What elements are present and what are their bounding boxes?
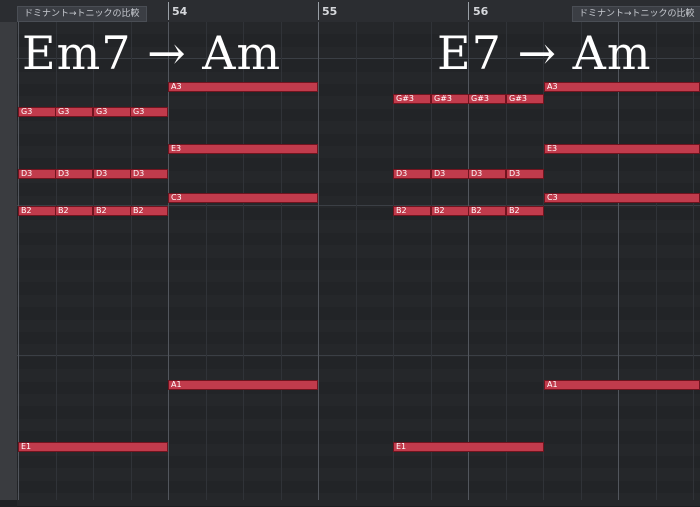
note-em7-e1[interactable]: E1 [18, 442, 168, 452]
note-e7-e1[interactable]: E1 [393, 442, 544, 452]
beat-gridline [580, 22, 582, 500]
beat-gridline [205, 22, 207, 500]
note-e7-b2-4[interactable]: B2 [506, 206, 544, 216]
bar-line-54 [168, 2, 169, 20]
bar-line-55 [318, 2, 319, 20]
beat-gridline [93, 22, 94, 500]
note-e7-b2-3[interactable]: B2 [468, 206, 506, 216]
beat-gridline [280, 22, 282, 500]
beat-gridline [693, 22, 694, 500]
beat-gridline [55, 22, 57, 500]
note-am-e3-1[interactable]: E3 [168, 144, 318, 154]
note-e7-d3-2[interactable]: D3 [431, 169, 469, 179]
pitch-row [17, 294, 700, 309]
beat-gridline [355, 22, 357, 500]
chord-label-em7-am: Em7 → Am [22, 26, 282, 80]
note-am-a3-1[interactable]: A3 [168, 82, 318, 92]
bar-number-56: 56 [473, 5, 489, 18]
note-em7-g3-1[interactable]: G3 [18, 107, 56, 117]
pitch-row [17, 282, 700, 296]
pitch-row [17, 332, 700, 346]
note-e7-gs3-1[interactable]: G#3 [393, 94, 431, 104]
piano-keyboard-strip[interactable] [0, 22, 18, 500]
pitch-row [17, 406, 700, 420]
pitch-row [17, 468, 700, 482]
note-am-c3-2[interactable]: C3 [544, 193, 700, 203]
note-em7-g3-2[interactable]: G3 [55, 107, 93, 117]
note-e7-d3-4[interactable]: D3 [506, 169, 544, 179]
pitch-row [17, 456, 700, 470]
bar-number-55: 55 [322, 5, 338, 18]
pitch-row [17, 245, 700, 259]
note-em7-b2-3[interactable]: B2 [93, 206, 131, 216]
pitch-row [17, 121, 700, 135]
octave-separator [17, 355, 700, 356]
note-e7-gs3-4[interactable]: G#3 [506, 94, 544, 104]
note-em7-d3-1[interactable]: D3 [18, 169, 56, 179]
marker-right[interactable]: ドミナント→トニックの比較 [572, 6, 700, 22]
pitch-row [17, 480, 700, 495]
bar-gridline [318, 22, 319, 500]
note-am-e3-2[interactable]: E3 [544, 144, 700, 154]
beat-gridline [655, 22, 657, 500]
note-am-a1-2[interactable]: A1 [544, 380, 700, 390]
note-em7-b2-4[interactable]: B2 [130, 206, 168, 216]
marker-left[interactable]: ドミナント→トニックの比較 [17, 6, 147, 22]
note-em7-b2-1[interactable]: B2 [18, 206, 56, 216]
bar-gridline [168, 22, 169, 500]
note-am-a3-2[interactable]: A3 [544, 82, 700, 92]
note-am-c3-1[interactable]: C3 [168, 193, 318, 203]
note-e7-gs3-3[interactable]: G#3 [468, 94, 506, 104]
bar-gridline [18, 22, 19, 500]
note-em7-g3-3[interactable]: G3 [93, 107, 131, 117]
note-e7-d3-1[interactable]: D3 [393, 169, 431, 179]
pitch-row [17, 418, 700, 433]
piano-roll-grid[interactable] [17, 22, 700, 507]
bar-number-54: 54 [172, 5, 188, 18]
note-e7-b2-2[interactable]: B2 [431, 206, 469, 216]
note-e7-gs3-2[interactable]: G#3 [431, 94, 469, 104]
pitch-row [17, 394, 700, 408]
beat-gridline [243, 22, 244, 500]
pitch-row [17, 232, 700, 247]
chord-label-e7-am: E7 → Am [437, 26, 652, 80]
pitch-row [17, 307, 700, 321]
note-e7-d3-3[interactable]: D3 [468, 169, 506, 179]
timeline-ruler[interactable]: ドミナント→トニックの比較 54 55 56 ドミナント→トニックの比較 [0, 0, 700, 23]
bar-line-56 [468, 2, 469, 20]
pitch-row [17, 319, 700, 333]
pitch-row [17, 220, 700, 234]
note-am-a1-1[interactable]: A1 [168, 380, 318, 390]
note-em7-d3-4[interactable]: D3 [130, 169, 168, 179]
pitch-row [17, 356, 700, 371]
note-em7-b2-2[interactable]: B2 [55, 206, 93, 216]
pitch-row [17, 257, 700, 271]
beat-gridline [130, 22, 132, 500]
bar-gridline [618, 22, 619, 500]
note-em7-d3-3[interactable]: D3 [93, 169, 131, 179]
note-em7-g3-4[interactable]: G3 [130, 107, 168, 117]
note-em7-d3-2[interactable]: D3 [55, 169, 93, 179]
note-e7-b2-1[interactable]: B2 [393, 206, 431, 216]
pitch-row [17, 270, 700, 284]
